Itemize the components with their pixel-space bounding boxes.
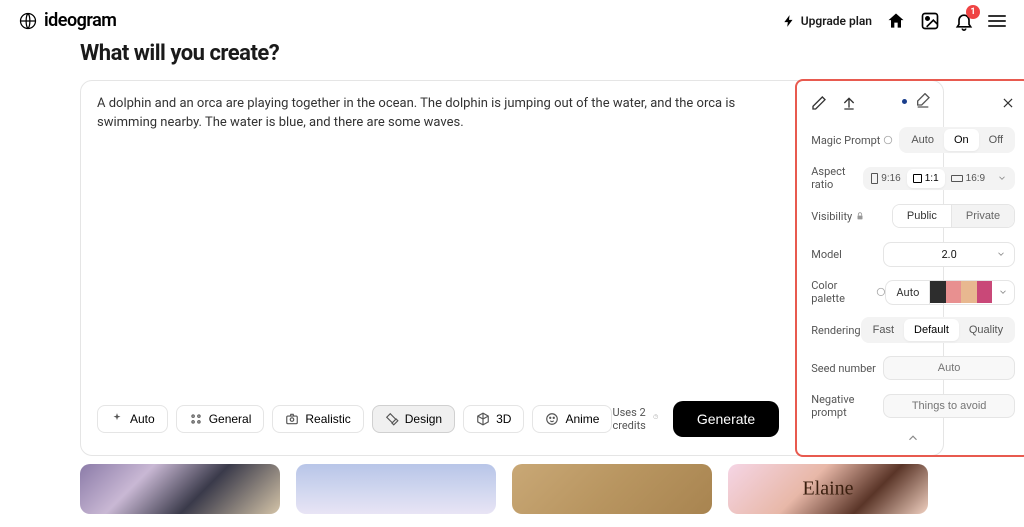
edit-icon[interactable] [811, 95, 827, 111]
row-magic-prompt: Magic Prompt Auto On Off [811, 127, 1015, 153]
help-icon[interactable] [883, 135, 893, 145]
row-model: Model 2.0 [811, 241, 1015, 267]
help-icon[interactable] [876, 287, 886, 297]
prompt-column: A dolphin and an orca are playing togeth… [81, 81, 795, 455]
collapse-row [811, 431, 1015, 445]
lock-icon [855, 211, 865, 221]
gallery-thumb[interactable] [728, 464, 928, 514]
style-auto[interactable]: Auto [97, 405, 168, 433]
magic-prompt-segment: Auto On Off [899, 127, 1015, 153]
notification-badge: 1 [966, 5, 980, 19]
close-icon[interactable] [1001, 96, 1015, 110]
seed-label: Seed number [811, 362, 876, 375]
create-card: A dolphin and an orca are playing togeth… [80, 80, 944, 456]
grid-icon [189, 412, 203, 426]
settings-panel: Magic Prompt Auto On Off Aspect ratio 9:… [795, 79, 1024, 457]
style-chips: Auto General Realistic Design [97, 405, 612, 433]
style-anime[interactable]: Anime [532, 405, 612, 433]
gallery-thumb[interactable] [512, 464, 712, 514]
visibility-label: Visibility [811, 210, 865, 223]
magic-off[interactable]: Off [979, 129, 1013, 151]
help-icon[interactable] [653, 414, 658, 424]
visibility-public[interactable]: Public [893, 205, 951, 227]
prompt-tools [902, 93, 931, 109]
chevron-up-icon[interactable] [906, 431, 920, 445]
bottom-bar: Auto General Realistic Design [97, 391, 779, 441]
sparkle-icon [110, 412, 124, 426]
main: What will you create? A dolphin and an o… [0, 41, 1024, 456]
model-label: Model [811, 248, 842, 261]
image-icon[interactable] [920, 11, 940, 31]
upgrade-plan-link[interactable]: Upgrade plan [782, 14, 872, 28]
row-visibility: Visibility Public Private [811, 203, 1015, 229]
row-aspect: Aspect ratio 9:16 1:1 16:9 [811, 165, 1015, 191]
chevron-down-icon [996, 249, 1006, 259]
topbar-right: Upgrade plan 1 [782, 11, 1006, 31]
aspect-1-1[interactable]: 1:1 [907, 169, 945, 188]
style-general[interactable]: General [176, 405, 265, 433]
page-title: What will you create? [80, 41, 944, 66]
face-icon [545, 412, 559, 426]
aspect-label: Aspect ratio [811, 165, 863, 191]
gallery-thumb[interactable] [296, 464, 496, 514]
pen-nib-icon [385, 412, 399, 426]
style-realistic[interactable]: Realistic [272, 405, 363, 433]
magic-on[interactable]: On [944, 129, 979, 151]
gallery [0, 456, 1024, 514]
menu-icon[interactable] [988, 15, 1006, 27]
gallery-thumb[interactable] [80, 464, 280, 514]
rendering-label: Rendering [811, 324, 860, 337]
upload-icon[interactable] [841, 95, 857, 111]
palette-select[interactable]: Auto [885, 280, 1015, 305]
bolt-icon [782, 14, 796, 28]
row-seed: Seed number [811, 355, 1015, 381]
style-3d[interactable]: 3D [463, 405, 524, 433]
swatch [930, 281, 945, 303]
palette-swatches [930, 281, 992, 303]
render-default[interactable]: Default [904, 319, 959, 341]
visibility-private[interactable]: Private [951, 205, 1014, 227]
row-palette: Color palette Auto [811, 279, 1015, 305]
prompt-input[interactable]: A dolphin and an orca are playing togeth… [97, 95, 779, 391]
eraser-icon[interactable] [915, 93, 931, 109]
upgrade-label: Upgrade plan [801, 14, 872, 28]
generate-button[interactable]: Generate [673, 401, 779, 437]
aspect-9-16[interactable]: 9:16 [865, 169, 906, 188]
logo-mark-icon [18, 11, 38, 31]
chevron-down-icon[interactable] [991, 173, 1013, 183]
render-fast[interactable]: Fast [863, 319, 904, 341]
style-design[interactable]: Design [372, 405, 455, 433]
notifications-icon[interactable]: 1 [954, 11, 974, 31]
credits-text: Uses 2 credits [612, 406, 658, 432]
aspect-segment: 9:16 1:1 16:9 [863, 167, 1015, 190]
magic-prompt-label: Magic Prompt [811, 134, 893, 147]
magic-auto[interactable]: Auto [901, 129, 944, 151]
generate-side: Uses 2 credits Generate [612, 401, 779, 437]
palette-label: Color palette [811, 279, 885, 305]
home-icon[interactable] [886, 11, 906, 31]
row-rendering: Rendering Fast Default Quality [811, 317, 1015, 343]
visibility-segment: Public Private [892, 204, 1015, 228]
aspect-16-9[interactable]: 16:9 [945, 169, 991, 188]
row-negative: Negative prompt [811, 393, 1015, 419]
chevron-down-icon [992, 287, 1014, 297]
camera-icon [285, 412, 299, 426]
swatch [946, 281, 961, 303]
render-quality[interactable]: Quality [959, 319, 1013, 341]
neg-label: Negative prompt [811, 393, 883, 419]
topbar: ideogram Upgrade plan 1 [0, 0, 1024, 41]
seed-input[interactable] [883, 356, 1015, 380]
swatch [977, 281, 992, 303]
negative-prompt-input[interactable] [883, 394, 1015, 418]
logo[interactable]: ideogram [18, 10, 116, 31]
model-dropdown[interactable]: 2.0 [883, 242, 1015, 267]
logo-text: ideogram [44, 10, 116, 31]
rendering-segment: Fast Default Quality [861, 317, 1016, 343]
cube-icon [476, 412, 490, 426]
status-dot-icon [902, 99, 907, 104]
swatch [961, 281, 976, 303]
